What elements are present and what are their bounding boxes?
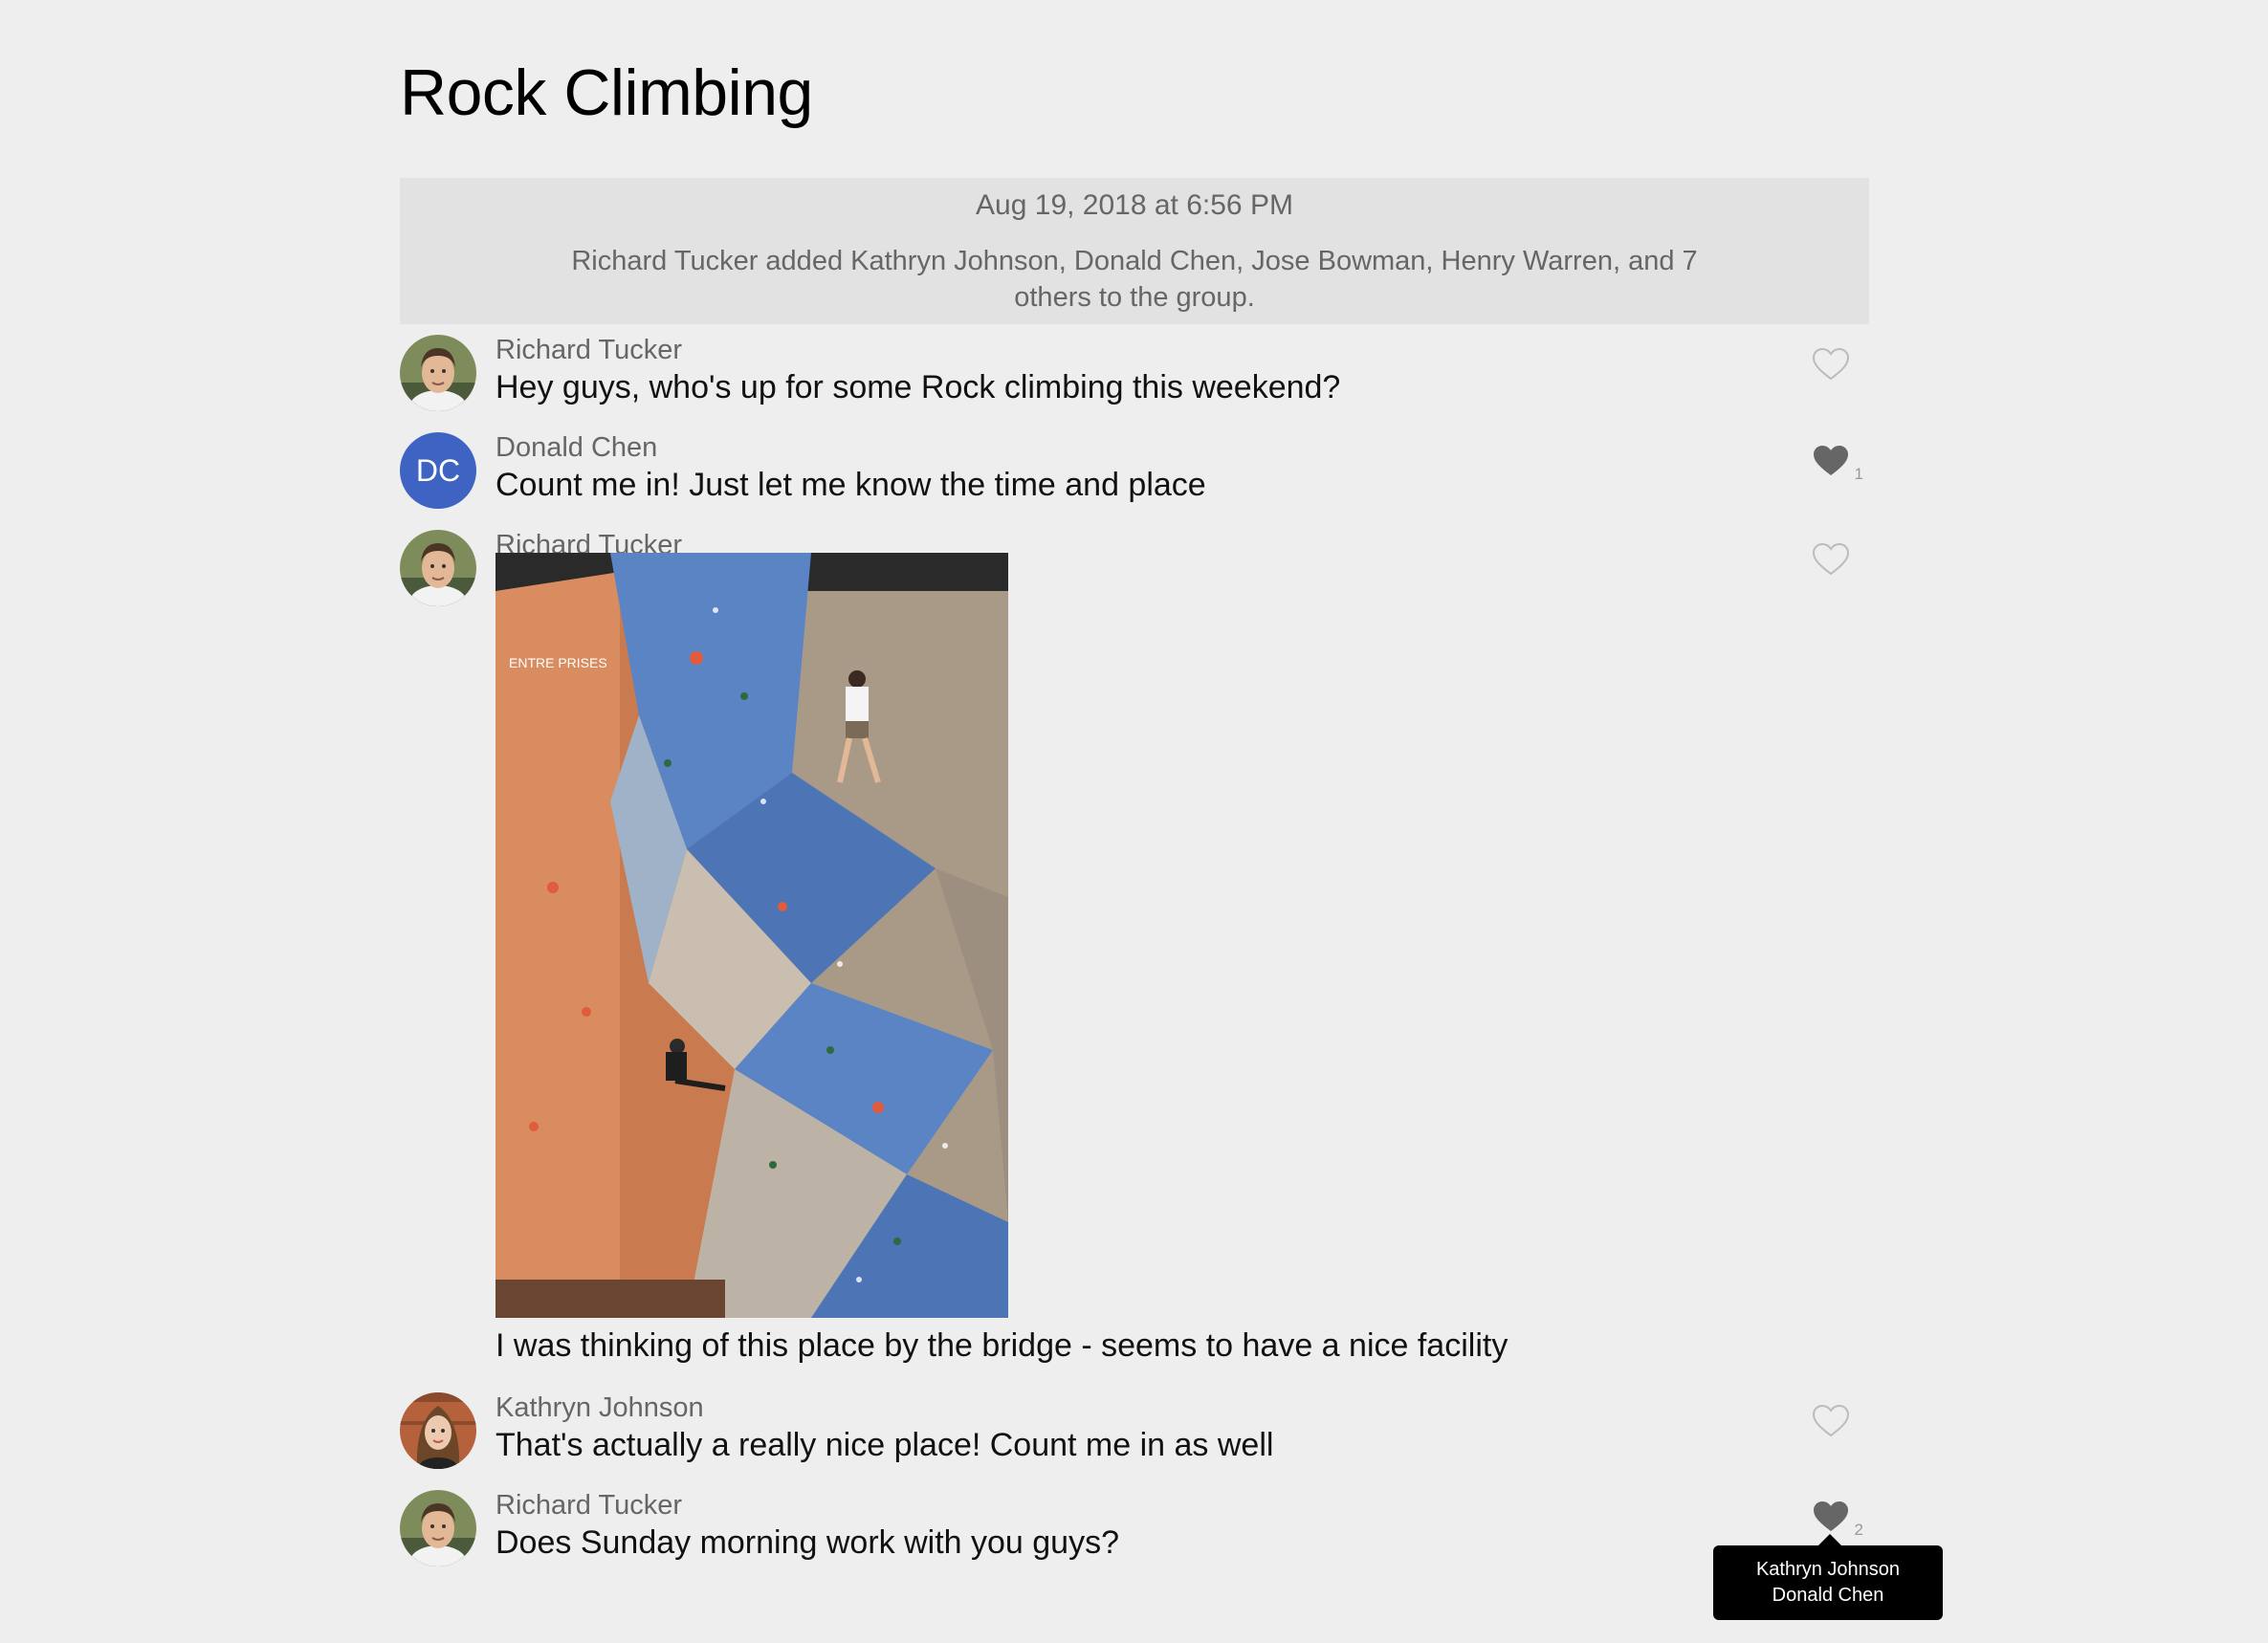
avatar[interactable] — [400, 1490, 476, 1566]
message-author: Kathryn Johnson — [495, 1392, 704, 1423]
like-heart-icon[interactable] — [1812, 347, 1850, 382]
message-item: DC Donald Chen Count me in! Just let me … — [400, 432, 1869, 528]
like-heart-icon[interactable] — [1812, 1404, 1850, 1438]
like-heart-icon[interactable] — [1812, 1500, 1850, 1534]
likes-tooltip: Kathryn Johnson Donald Chen — [1713, 1534, 1943, 1620]
svg-text:ENTRE PRISES: ENTRE PRISES — [509, 655, 607, 670]
group-title: Rock Climbing — [400, 56, 813, 129]
like-count: 1 — [1854, 465, 1863, 483]
like-heart-icon[interactable] — [1812, 444, 1850, 478]
like-count: 2 — [1854, 1521, 1863, 1539]
system-message-date: Aug 19, 2018 at 6:56 PM — [976, 189, 1293, 221]
avatar[interactable] — [400, 335, 476, 411]
message-text: I was thinking of this place by the brid… — [495, 1327, 1508, 1364]
tooltip-liker-name: Donald Chen — [1772, 1585, 1884, 1606]
avatar[interactable]: DC — [400, 432, 476, 509]
message-item: Richard Tucker Does Sunday morning work … — [400, 1490, 1869, 1586]
message-item: Kathryn Johnson That's actually a really… — [400, 1392, 1869, 1488]
message-author: Donald Chen — [495, 432, 658, 463]
message-text: Count me in! Just let me know the time a… — [495, 467, 1206, 503]
message-text: Hey guys, who's up for some Rock climbin… — [495, 369, 1341, 405]
system-message: Aug 19, 2018 at 6:56 PM Richard Tucker a… — [400, 178, 1869, 324]
like-heart-icon[interactable] — [1812, 542, 1850, 577]
tooltip-liker-name: Kathryn Johnson — [1755, 1559, 1901, 1580]
climbing-wall-photo[interactable]: ENTRE PRISES — [495, 553, 1008, 1318]
avatar[interactable] — [400, 1392, 476, 1469]
message-item: Richard Tucker Hey guys, who's up for so… — [400, 335, 1869, 430]
system-message-text: Richard Tucker added Kathryn Johnson, Do… — [571, 246, 1698, 313]
avatar[interactable] — [400, 530, 476, 606]
message-item: Richard Tucker ENTRE PRISES I was thinki… — [400, 530, 1869, 1371]
message-text: That's actually a really nice place! Cou… — [495, 1427, 1274, 1463]
message-author: Richard Tucker — [495, 335, 683, 365]
message-author: Richard Tucker — [495, 1490, 683, 1521]
message-text: Does Sunday morning work with you guys? — [495, 1524, 1119, 1561]
